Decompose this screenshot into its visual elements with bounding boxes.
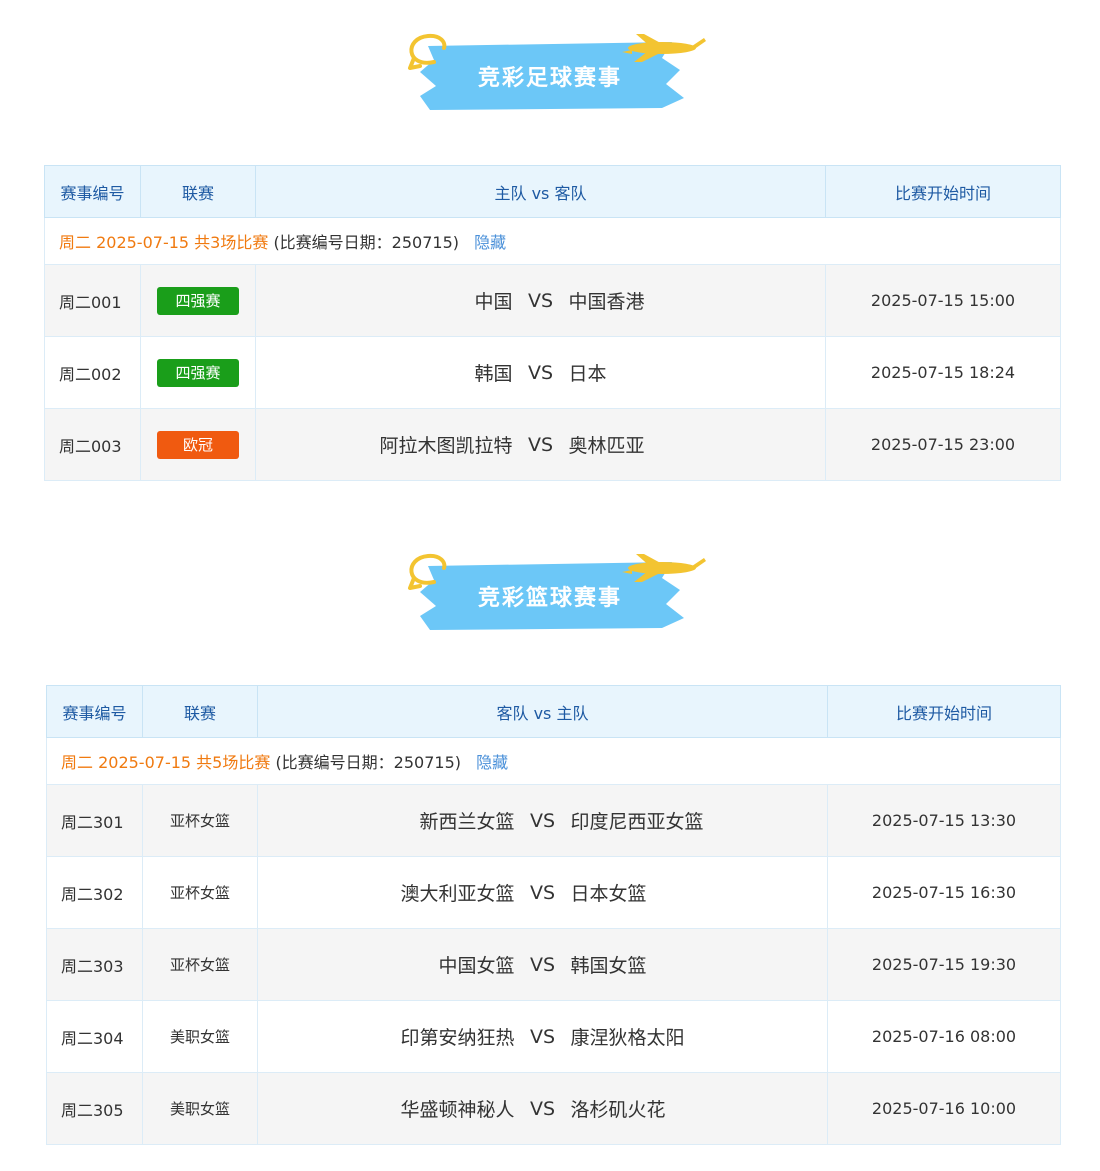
football-banner: 竞彩足球赛事	[400, 28, 710, 118]
table-header: 赛事编号 联赛 客队 vs 主队 比赛开始时间	[46, 685, 1061, 738]
day-note: (比赛编号日期：250715)	[273, 233, 460, 252]
away-team[interactable]: 华盛顿神秘人	[275, 1095, 514, 1122]
match-time: 2025-07-15 19:30	[827, 928, 1061, 1001]
vs-label: VS	[529, 1025, 556, 1048]
league-name[interactable]: 美职女篮	[142, 1072, 258, 1145]
match-time: 2025-07-15 16:30	[827, 856, 1061, 929]
hide-toggle-link[interactable]: 隐藏	[476, 753, 508, 772]
day-label: 周二 2025-07-15 共5场比赛	[61, 753, 271, 772]
hide-toggle-link[interactable]: 隐藏	[474, 233, 506, 252]
vs-label: VS	[529, 881, 556, 904]
league-name[interactable]: 亚杯女篮	[142, 784, 258, 857]
table-row: 周二303 亚杯女篮 中国女篮 VS 韩国女篮 2025-07-15 19:30	[46, 928, 1061, 1001]
match-code: 周二001	[44, 264, 141, 337]
football-banner-title: 竞彩足球赛事	[477, 66, 622, 91]
vs-label: VS	[529, 953, 556, 976]
match-time: 2025-07-15 15:00	[825, 264, 1061, 337]
league-badge[interactable]: 四强赛	[157, 286, 239, 315]
header-league: 联赛	[142, 685, 258, 738]
league-name[interactable]: 亚杯女篮	[142, 928, 258, 1001]
away-team[interactable]: 新西兰女篮	[275, 807, 514, 834]
basketball-banner: 竞彩篮球赛事	[400, 548, 710, 638]
day-label: 周二 2025-07-15 共3场比赛	[59, 233, 269, 252]
match-time: 2025-07-15 18:24	[825, 336, 1061, 409]
header-code: 赛事编号	[44, 165, 141, 218]
match-time: 2025-07-16 10:00	[827, 1072, 1061, 1145]
home-team[interactable]: 印度尼西亚女篮	[571, 807, 811, 834]
league-name[interactable]: 美职女篮	[142, 1000, 258, 1073]
match-time: 2025-07-16 08:00	[827, 1000, 1061, 1073]
table-row: 周二002 四强赛 韩国 VS 日本 2025-07-15 18:24	[44, 336, 1061, 409]
vs-label: VS	[529, 1097, 556, 1120]
vs-label: VS	[527, 433, 554, 456]
header-code: 赛事编号	[46, 685, 143, 738]
league-name[interactable]: 亚杯女篮	[142, 856, 258, 929]
vs-label: VS	[527, 361, 554, 384]
vs-label: VS	[529, 809, 556, 832]
away-team[interactable]: 印第安纳狂热	[275, 1023, 514, 1050]
match-code: 周二304	[46, 1000, 143, 1073]
header-teams: 主队 vs 客队	[255, 165, 826, 218]
home-team[interactable]: 中国	[273, 287, 512, 314]
vs-label: VS	[527, 289, 554, 312]
basketball-banner-title: 竞彩篮球赛事	[477, 586, 622, 611]
match-code: 周二301	[46, 784, 143, 857]
match-code: 周二303	[46, 928, 143, 1001]
table-header: 赛事编号 联赛 主队 vs 客队 比赛开始时间	[44, 165, 1061, 218]
away-team[interactable]: 日本	[569, 359, 809, 386]
home-team[interactable]: 洛杉矶火花	[571, 1095, 811, 1122]
header-time: 比赛开始时间	[825, 165, 1061, 218]
league-badge[interactable]: 欧冠	[157, 430, 239, 459]
table-row: 周二302 亚杯女篮 澳大利亚女篮 VS 日本女篮 2025-07-15 16:30	[46, 856, 1061, 929]
match-code: 周二302	[46, 856, 143, 929]
header-league: 联赛	[140, 165, 256, 218]
table-row: 周二001 四强赛 中国 VS 中国香港 2025-07-15 15:00	[44, 264, 1061, 337]
header-time: 比赛开始时间	[827, 685, 1061, 738]
match-time: 2025-07-15 13:30	[827, 784, 1061, 857]
table-row: 周二003 欧冠 阿拉木图凯拉特 VS 奥林匹亚 2025-07-15 23:00	[44, 408, 1061, 481]
home-team[interactable]: 阿拉木图凯拉特	[273, 431, 512, 458]
match-code: 周二003	[44, 408, 141, 481]
home-team[interactable]: 康涅狄格太阳	[571, 1023, 811, 1050]
home-team[interactable]: 日本女篮	[571, 879, 811, 906]
away-team[interactable]: 中国香港	[569, 287, 809, 314]
day-row: 周二 2025-07-15 共5场比赛 (比赛编号日期：250715) 隐藏	[46, 737, 1061, 785]
league-badge[interactable]: 四强赛	[157, 358, 239, 387]
day-note: (比赛编号日期：250715)	[275, 753, 462, 772]
table-row: 周二304 美职女篮 印第安纳狂热 VS 康涅狄格太阳 2025-07-16 08:…	[46, 1000, 1061, 1073]
table-row: 周二301 亚杯女篮 新西兰女篮 VS 印度尼西亚女篮 2025-07-15 13:…	[46, 784, 1061, 857]
home-team[interactable]: 韩国	[273, 359, 512, 386]
match-code: 周二305	[46, 1072, 143, 1145]
table-row: 周二305 美职女篮 华盛顿神秘人 VS 洛杉矶火花 2025-07-16 10:0…	[46, 1072, 1061, 1145]
home-team[interactable]: 韩国女篮	[571, 951, 811, 978]
match-code: 周二002	[44, 336, 141, 409]
day-row: 周二 2025-07-15 共3场比赛 (比赛编号日期：250715) 隐藏	[44, 217, 1061, 265]
away-team[interactable]: 中国女篮	[275, 951, 514, 978]
away-team[interactable]: 澳大利亚女篮	[275, 879, 514, 906]
football-table: 赛事编号 联赛 主队 vs 客队 比赛开始时间 周二 2025-07-15 共3…	[44, 165, 1061, 481]
match-time: 2025-07-15 23:00	[825, 408, 1061, 481]
header-teams: 客队 vs 主队	[257, 685, 828, 738]
basketball-table: 赛事编号 联赛 客队 vs 主队 比赛开始时间 周二 2025-07-15 共5…	[46, 685, 1061, 1145]
away-team[interactable]: 奥林匹亚	[569, 431, 809, 458]
